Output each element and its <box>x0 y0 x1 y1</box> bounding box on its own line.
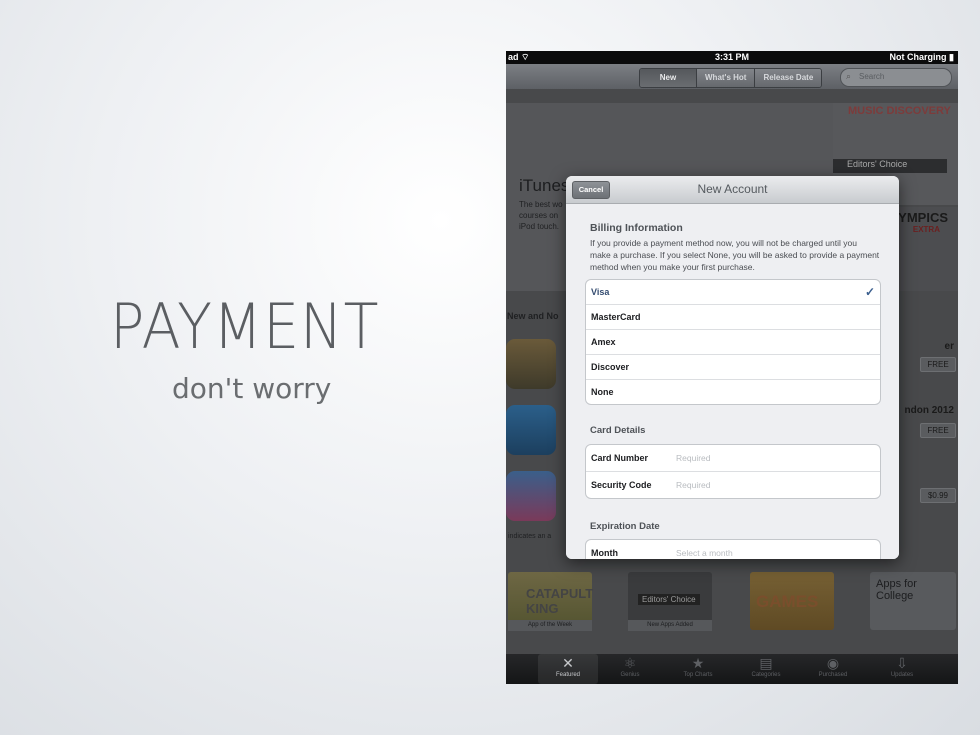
modal-header: Cancel New Account <box>566 176 899 204</box>
app-icon[interactable] <box>506 339 556 389</box>
month-field[interactable]: Month Select a month <box>586 540 880 559</box>
battery-icon: ▮ <box>949 52 954 62</box>
tab-label: Genius <box>620 672 640 678</box>
expiration-group: Month Select a month <box>585 539 881 559</box>
banner-line: courses on <box>519 211 559 220</box>
banner-title: iTunes <box>519 176 570 195</box>
tab-genius[interactable]: ⚛ Genius <box>600 654 660 684</box>
field-placeholder: Required <box>676 480 711 490</box>
status-bar: ad ⌔ 3:31 PM Not Charging ▮ <box>506 51 958 64</box>
new-account-modal: Cancel New Account Billing Information I… <box>566 176 899 559</box>
banner-line: iPod touch. <box>519 222 560 231</box>
modal-body: Billing Information If you provide a pay… <box>566 204 899 559</box>
card-details-group: Card Number Required Security Code Requi… <box>585 444 881 499</box>
tab-purchased[interactable]: ◉ Purchased <box>803 654 863 684</box>
billing-heading: Billing Information <box>590 222 683 234</box>
star-icon: ★ <box>691 655 705 671</box>
indicator-note: indicates an a <box>508 533 552 540</box>
tab-featured[interactable]: ✕ Featured <box>538 654 598 684</box>
payment-option-amex[interactable]: Amex <box>586 330 880 355</box>
tab-top-charts[interactable]: ★ Top Charts <box>668 654 728 684</box>
card-details-heading: Card Details <box>590 425 646 436</box>
promo-label: MUSIC DISCOVERY <box>848 105 951 117</box>
field-placeholder: Select a month <box>676 548 733 558</box>
payment-method-list: Visa ✓ MasterCard Amex Discover None <box>585 279 881 405</box>
section-title: New and No <box>507 311 559 321</box>
payment-option-discover[interactable]: Discover <box>586 355 880 380</box>
search-icon: ⌕ <box>846 71 852 81</box>
payment-option-mastercard[interactable]: MasterCard <box>586 305 880 330</box>
field-placeholder: Required <box>676 453 711 463</box>
tab-categories[interactable]: ▤ Categories <box>736 654 796 684</box>
app-title: er <box>944 341 954 352</box>
segment-release-date[interactable]: Release Date <box>755 69 822 87</box>
updates-icon: ⇩ <box>896 655 908 671</box>
tab-label: Top Charts <box>683 672 713 678</box>
price-button[interactable]: $0.99 <box>920 488 956 503</box>
categories-icon: ▤ <box>759 655 773 671</box>
price-button[interactable]: FREE <box>920 423 956 438</box>
payment-option-visa[interactable]: Visa ✓ <box>586 280 880 305</box>
slide-subtitle: don't worry <box>172 372 332 405</box>
option-label: Visa <box>591 287 610 297</box>
slide-title: PAYMENT <box>110 290 380 363</box>
genius-icon: ⚛ <box>623 655 637 671</box>
field-label: Card Number <box>591 453 649 463</box>
tile-games[interactable]: GAMES <box>750 572 834 630</box>
tile-text: CATAPULT KING <box>526 586 594 616</box>
tile-apps-for-college[interactable]: Apps for College <box>870 572 956 630</box>
checkmark-icon: ✓ <box>864 285 875 299</box>
featured-icon: ✕ <box>562 655 574 671</box>
segment-whats-hot[interactable]: What's Hot <box>697 69 756 87</box>
tab-label: Purchased <box>818 672 848 678</box>
security-code-field[interactable]: Security Code Required <box>586 472 880 498</box>
field-label: Security Code <box>591 480 652 490</box>
tab-label: Categories <box>751 672 781 678</box>
card-number-field[interactable]: Card Number Required <box>586 445 880 472</box>
payment-option-none[interactable]: None <box>586 380 880 404</box>
field-label: Month <box>591 548 618 558</box>
modal-title: New Account <box>697 182 768 196</box>
search-placeholder: Search <box>859 72 885 81</box>
tile-text: GAMES <box>756 592 819 611</box>
app-icon[interactable] <box>506 405 556 455</box>
promo-sublabel: EXTRA <box>912 225 940 234</box>
battery-status: Not Charging ▮ <box>889 52 954 62</box>
store-navbar: New What's Hot Release Date ⌕ Search <box>506 64 958 90</box>
tab-bar: ✕ Featured ⚛ Genius ★ Top Charts ▤ Categ… <box>506 654 958 684</box>
banner-line: The best wo <box>519 200 563 209</box>
price-button[interactable]: FREE <box>920 357 956 372</box>
tile-text: Editors' Choice <box>638 594 700 605</box>
purchased-icon: ◉ <box>826 655 840 671</box>
tab-label: Featured <box>555 672 580 678</box>
tile-caption: New Apps Added <box>628 620 712 631</box>
segment-new[interactable]: New <box>640 69 697 87</box>
tile-app-of-week[interactable]: CATAPULT KING App of the Week <box>508 572 594 631</box>
search-field[interactable]: ⌕ Search <box>840 68 952 87</box>
tile-editors-choice[interactable]: Editors' Choice New Apps Added <box>628 572 712 631</box>
app-title: ndon 2012 <box>904 405 954 416</box>
billing-description: If you provide a payment method now, you… <box>590 238 880 272</box>
segment-control: New What's Hot Release Date <box>639 68 823 88</box>
app-icon[interactable] <box>506 471 556 521</box>
tab-updates[interactable]: ⇩ Updates <box>872 654 932 684</box>
expiration-heading: Expiration Date <box>590 521 660 532</box>
tile-caption: App of the Week <box>508 620 592 631</box>
feature-tiles: CATAPULT KING App of the Week Editors' C… <box>506 559 958 649</box>
tile-text: Apps for College <box>876 578 917 602</box>
tab-label: Updates <box>890 672 914 678</box>
editors-choice-badge: Editors' Choice <box>833 159 947 173</box>
